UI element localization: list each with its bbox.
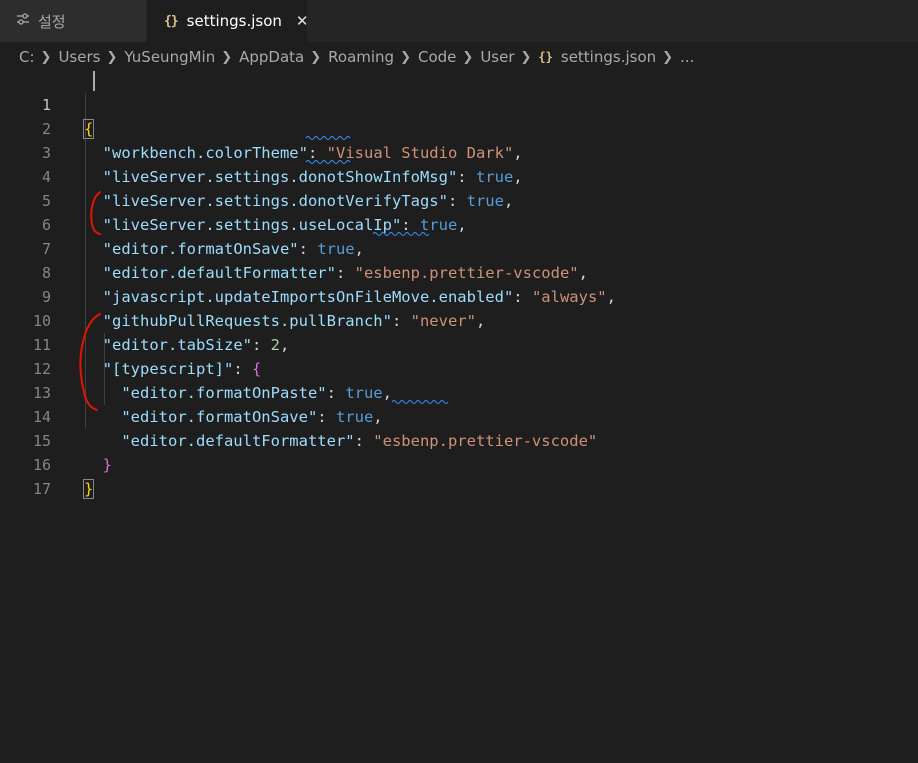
json-braces-icon: {} — [538, 50, 553, 64]
code-line: 10 "editor.tabSize": 2, — [0, 285, 918, 354]
chevron-right-icon: ❯ — [662, 49, 674, 65]
code-line: 17 — [0, 453, 918, 498]
breadcrumb-item[interactable]: C: — [19, 48, 35, 66]
breadcrumb-item[interactable]: AppData — [239, 48, 304, 66]
tab-settings[interactable]: 설정 — [0, 0, 146, 42]
code-editor[interactable]: 1 { 2 "workbench.colorTheme": "Visual St… — [0, 69, 918, 763]
code-line: 3 "liveServer.settings.donotShowInfoMsg"… — [0, 117, 918, 186]
chevron-right-icon: ❯ — [462, 49, 474, 65]
breadcrumb-item[interactable]: Users — [58, 48, 100, 66]
breadcrumb-item[interactable]: settings.json — [561, 48, 656, 66]
tab-label: 설정 — [38, 12, 66, 31]
breadcrumb-item[interactable]: User — [480, 48, 514, 66]
tab-label: settings.json — [186, 12, 282, 30]
breadcrumb-item[interactable]: Code — [418, 48, 456, 66]
code-line: 11 "[typescript]": { — [0, 309, 918, 378]
json-close-brace: } — [82, 479, 95, 499]
code-line: 15 } — [0, 405, 918, 474]
code-line: 2 "workbench.colorTheme": "Visual Studio… — [0, 93, 918, 162]
chevron-right-icon: ❯ — [221, 49, 233, 65]
line-number: 17 — [32, 480, 51, 498]
code-line: 6 "editor.formatOnSave": true, — [0, 189, 918, 258]
code-line: 1 { — [0, 69, 918, 139]
tab-settings-json[interactable]: {} settings.json ✕ — [147, 0, 309, 42]
chevron-right-icon: ❯ — [400, 49, 411, 65]
code-line: 14 "editor.defaultFormatter": "esbenp.pr… — [0, 381, 918, 450]
breadcrumb-item[interactable]: ... — [680, 48, 694, 66]
breadcrumb-item[interactable]: YuSeungMin — [124, 48, 215, 66]
code-line: 5 "liveServer.settings.useLocalIp": true… — [0, 165, 918, 234]
close-icon[interactable]: ✕ — [296, 12, 309, 30]
breadcrumb: C: ❯ Users ❯ YuSeungMin ❯ AppData ❯ Roam… — [19, 44, 694, 70]
breadcrumb-item[interactable]: Roaming — [328, 48, 394, 66]
code-line: 12 "editor.formatOnPaste": true, — [0, 333, 918, 402]
code-line: 13 "editor.formatOnSave": true, — [0, 357, 918, 426]
settings-sliders-icon — [16, 12, 30, 30]
code-line: 7 "editor.defaultFormatter": "esbenp.pre… — [0, 213, 918, 282]
chevron-right-icon: ❯ — [106, 49, 118, 65]
code-line: 4 "liveServer.settings.donotVerifyTags":… — [0, 141, 918, 210]
code-line: 9 "githubPullRequests.pullBranch": "neve… — [0, 261, 918, 330]
chevron-right-icon: ❯ — [40, 49, 52, 65]
text-cursor — [93, 71, 95, 91]
json-braces-icon: {} — [164, 13, 179, 29]
code-line: 16 } — [0, 429, 918, 499]
chevron-right-icon: ❯ — [310, 49, 322, 65]
tab-bar: 설정 {} settings.json ✕ — [0, 0, 918, 42]
code-line: 8 "javascript.updateImportsOnFileMove.en… — [0, 237, 918, 306]
chevron-right-icon: ❯ — [520, 49, 532, 65]
